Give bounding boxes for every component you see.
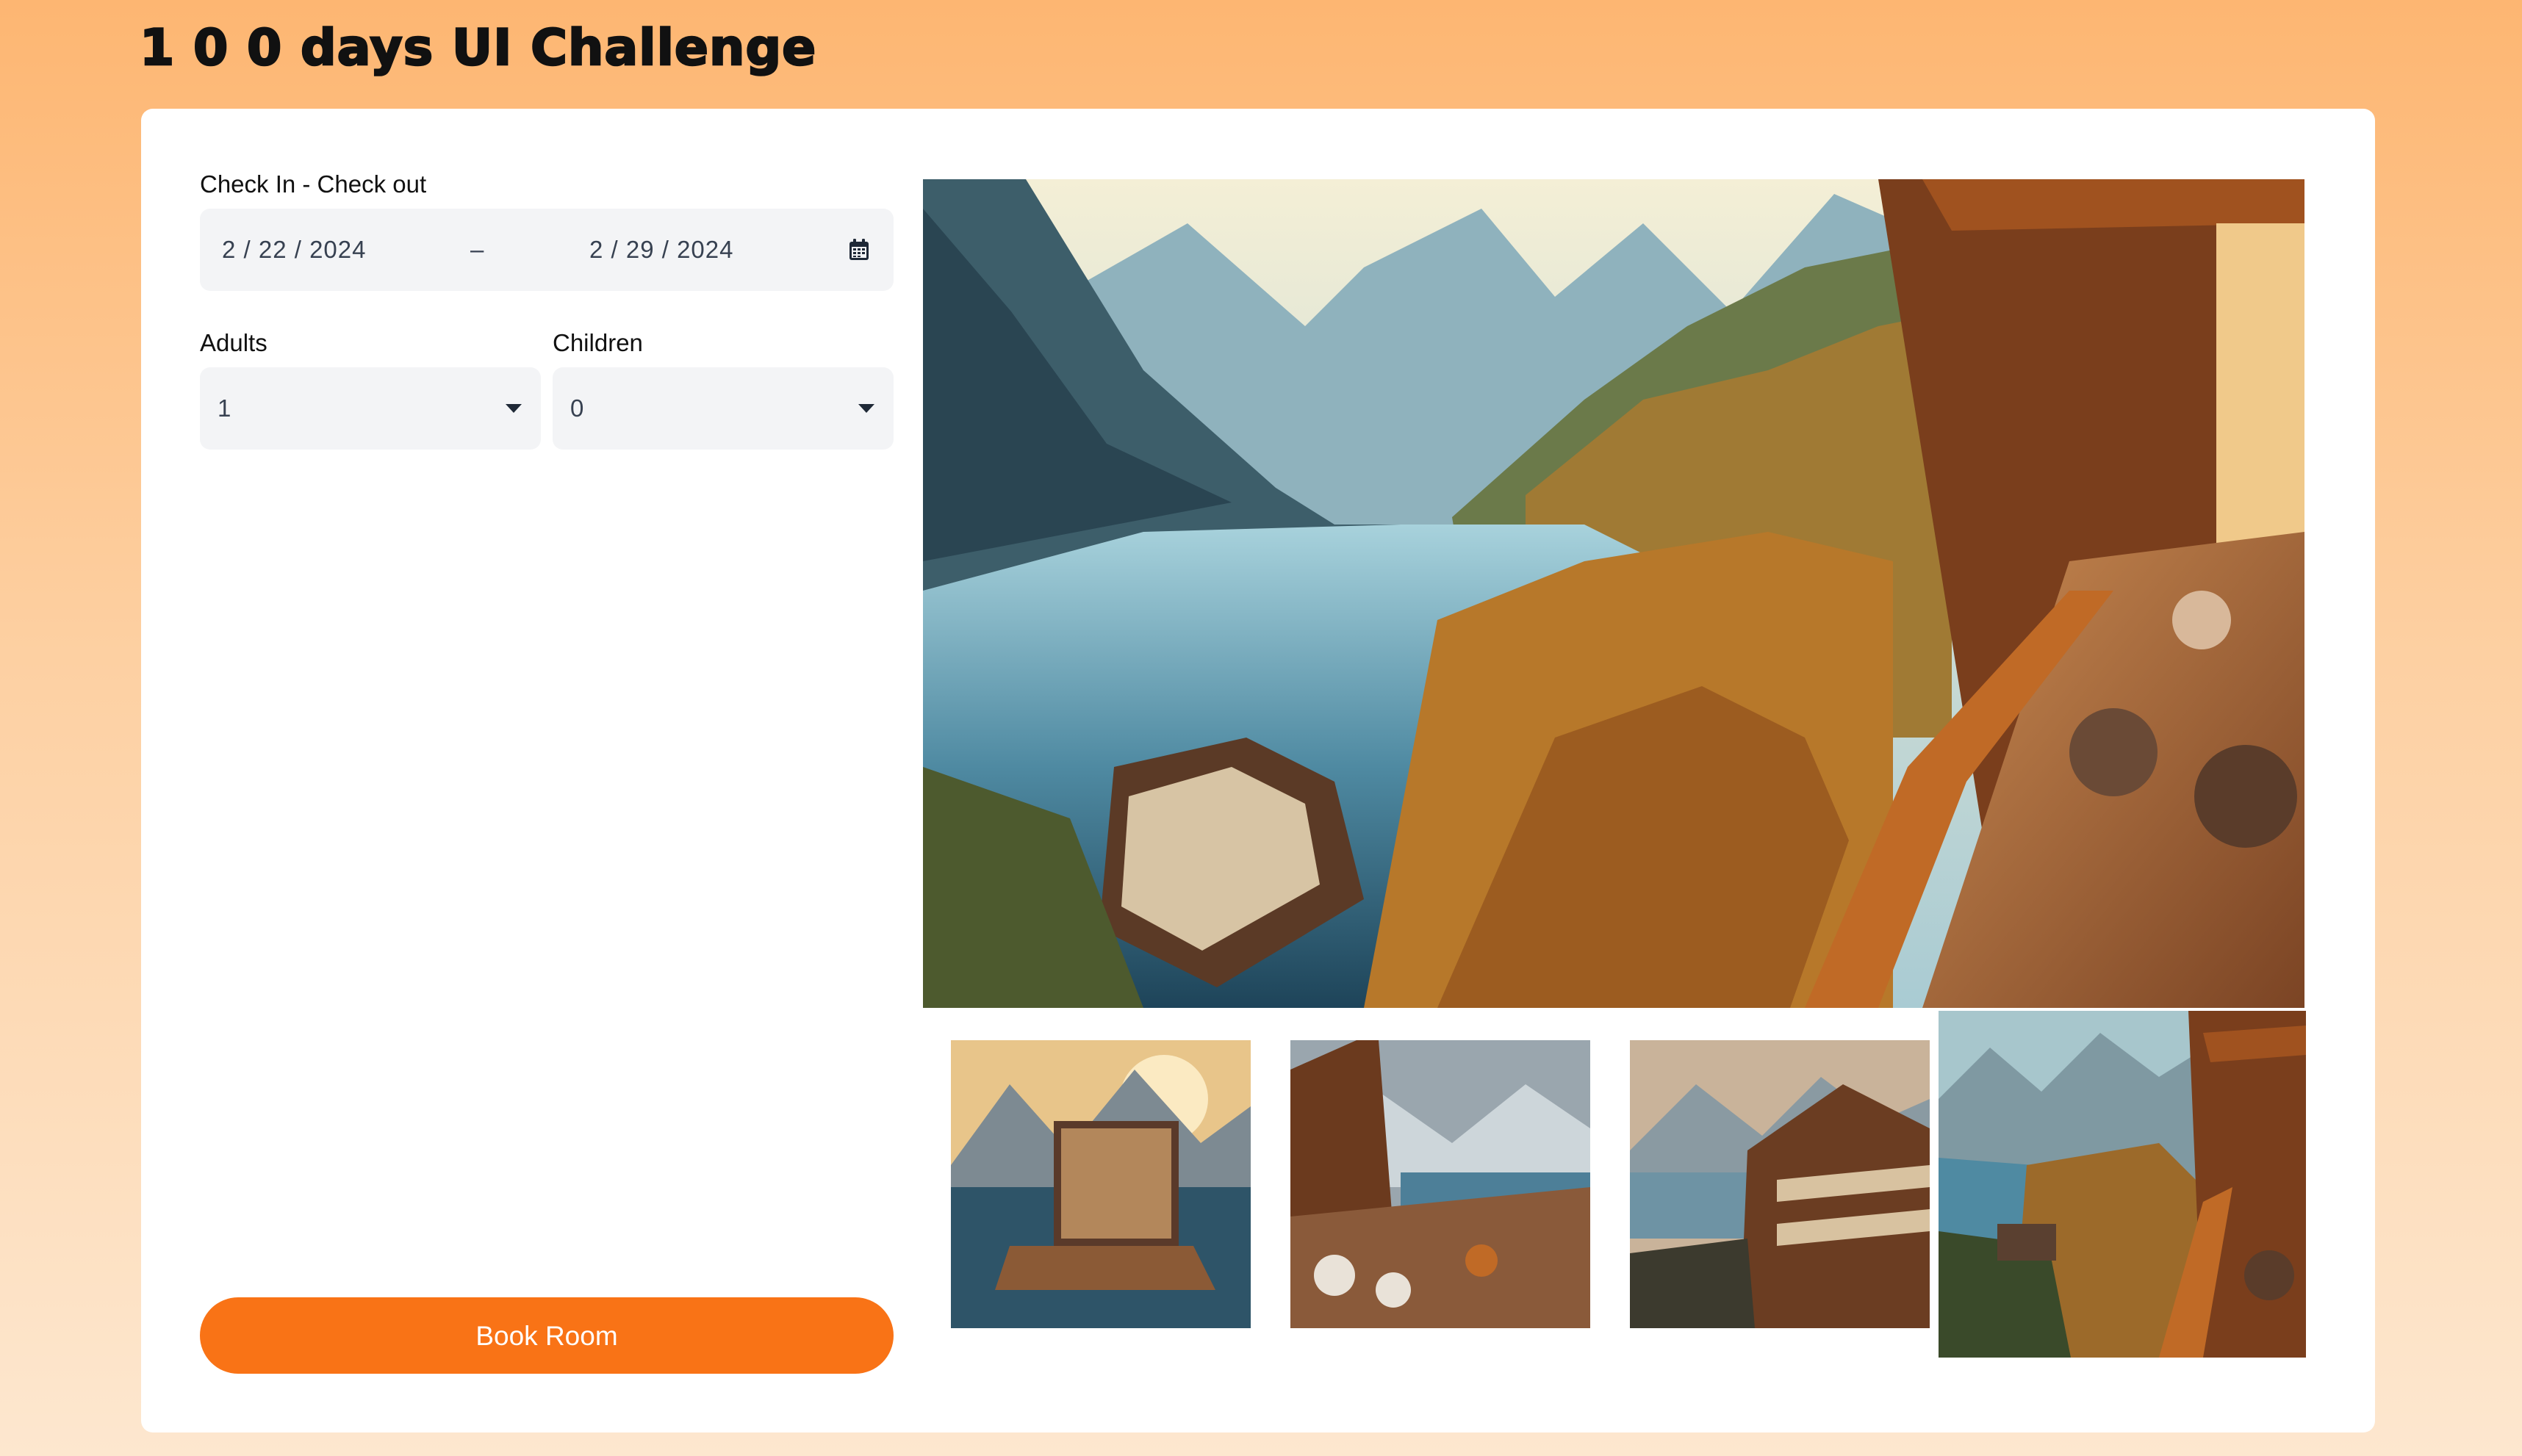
children-select[interactable]: 0 bbox=[553, 367, 894, 450]
main-hotel-photo bbox=[923, 179, 2304, 1008]
gallery-thumbnail-2[interactable] bbox=[1290, 1040, 1590, 1328]
adults-select[interactable]: 1 bbox=[200, 367, 541, 450]
adults-value: 1 bbox=[218, 394, 231, 422]
page-title: 1 0 0 days UI Challenge bbox=[139, 18, 817, 79]
children-label: Children bbox=[553, 329, 643, 356]
date-separator: – bbox=[470, 236, 484, 263]
check-out-value[interactable]: 2 / 29 / 2024 bbox=[589, 209, 733, 291]
gallery-thumbnail-1[interactable] bbox=[951, 1040, 1251, 1328]
date-range-input[interactable]: 2 / 22 / 2024 – 2 / 29 / 2024 bbox=[200, 209, 894, 291]
gallery-thumbnail-3[interactable] bbox=[1630, 1040, 1930, 1328]
caret-down-icon bbox=[858, 404, 874, 413]
book-room-button[interactable]: Book Room bbox=[200, 1297, 894, 1374]
calendar-icon[interactable] bbox=[848, 238, 870, 262]
caret-down-icon bbox=[506, 404, 522, 413]
gallery-thumbnail-4-selected[interactable] bbox=[1939, 1011, 2306, 1358]
dates-label: Check In - Check out bbox=[200, 170, 427, 198]
adults-label: Adults bbox=[200, 329, 267, 356]
children-value: 0 bbox=[570, 394, 584, 422]
booking-card: Check In - Check out 2 / 22 / 2024 – 2 /… bbox=[141, 109, 2375, 1432]
check-in-value[interactable]: 2 / 22 / 2024 bbox=[222, 209, 366, 291]
